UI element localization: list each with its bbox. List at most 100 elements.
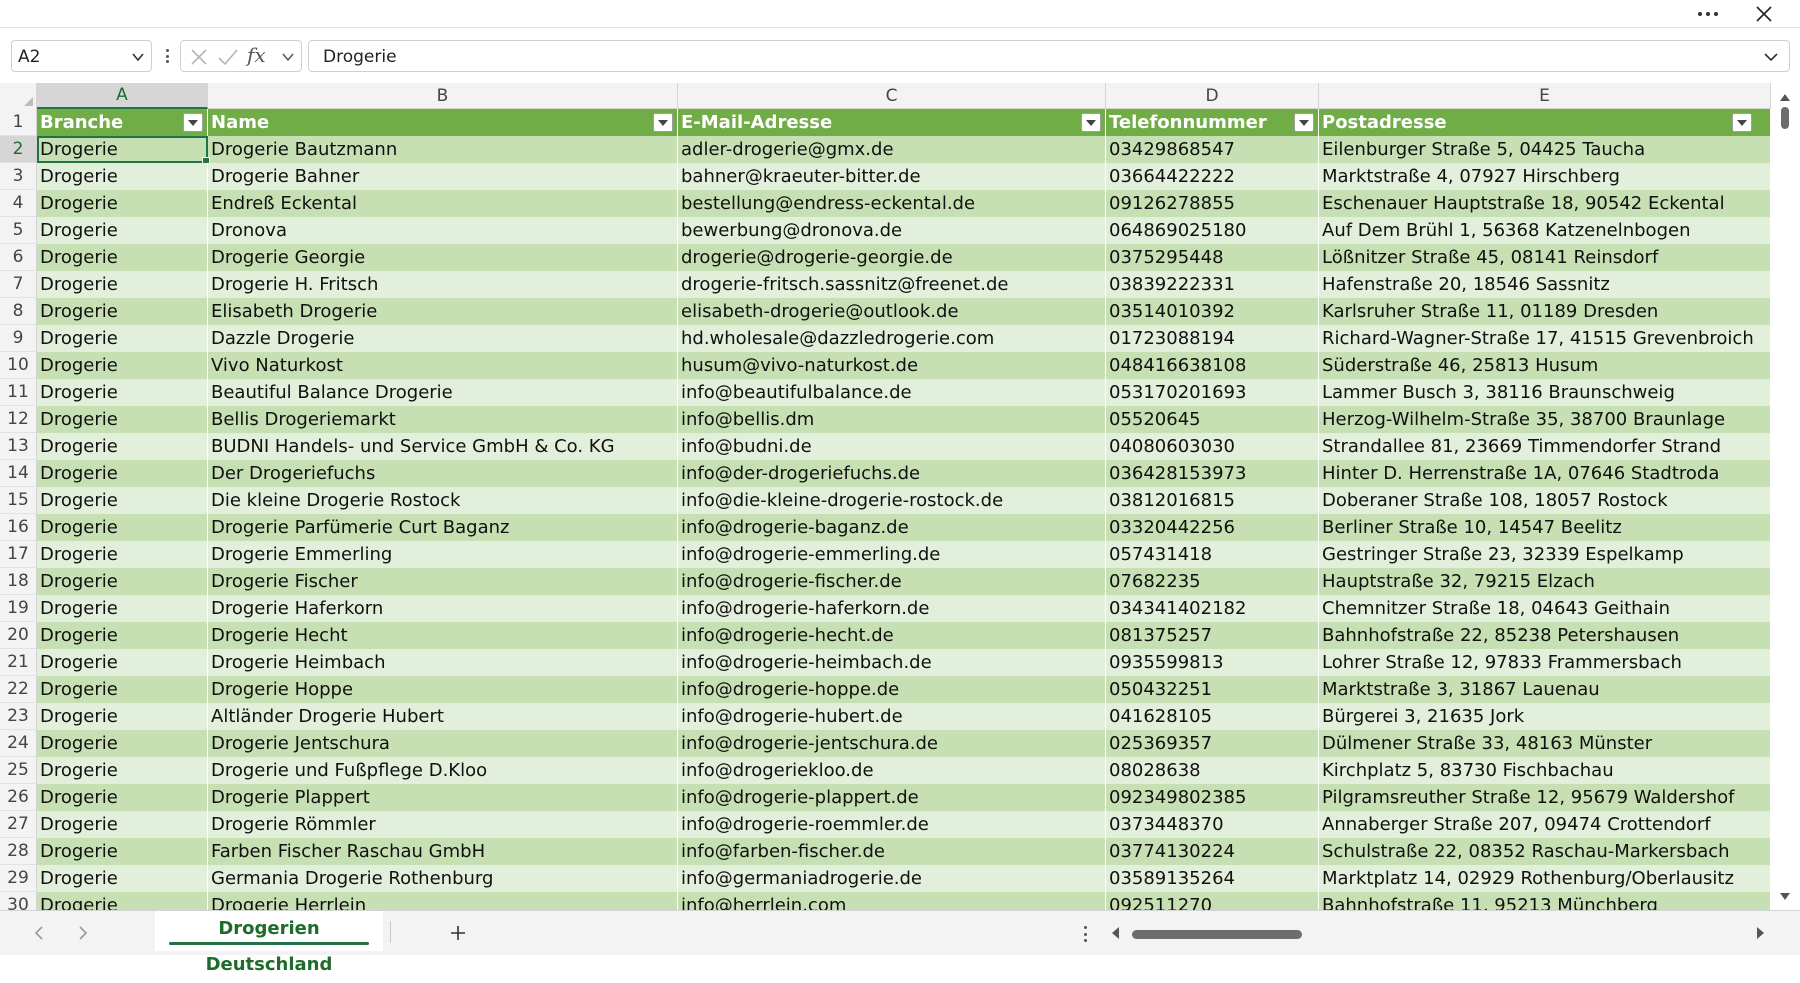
cell-name[interactable]: Drogerie Hecht <box>208 622 678 649</box>
cell-branche[interactable]: Drogerie <box>37 865 208 892</box>
cell-email[interactable]: bestellung@endress-eckental.de <box>678 190 1106 217</box>
cell-telefon[interactable]: 092349802385 <box>1106 784 1319 811</box>
header-cell-telefon[interactable]: Telefonnummer <box>1106 109 1319 136</box>
row-number[interactable]: 1 <box>0 109 37 136</box>
cell-email[interactable]: info@beautifulbalance.de <box>678 379 1106 406</box>
row-number[interactable]: 10 <box>0 352 37 379</box>
filter-dropdown-icon[interactable] <box>1081 113 1101 132</box>
cell-telefon[interactable]: 050432251 <box>1106 676 1319 703</box>
row-number[interactable]: 27 <box>0 811 37 838</box>
cell-postadresse[interactable]: Berliner Straße 10, 14547 Beelitz <box>1319 514 1771 541</box>
column-header-d[interactable]: D <box>1106 83 1319 109</box>
cell-postadresse[interactable]: Richard-Wagner-Straße 17, 41515 Grevenbr… <box>1319 325 1771 352</box>
cell-postadresse[interactable]: Dülmener Straße 33, 48163 Münster <box>1319 730 1771 757</box>
row-number[interactable]: 6 <box>0 244 37 271</box>
cell-branche[interactable]: Drogerie <box>37 622 208 649</box>
cell-branche[interactable]: Drogerie <box>37 298 208 325</box>
cell-email[interactable]: info@budni.de <box>678 433 1106 460</box>
cell-telefon[interactable]: 03774130224 <box>1106 838 1319 865</box>
cell-branche[interactable]: Drogerie <box>37 649 208 676</box>
cell-telefon[interactable]: 092511270 <box>1106 892 1319 910</box>
cell-email[interactable]: info@die-kleine-drogerie-rostock.de <box>678 487 1106 514</box>
cell-telefon[interactable]: 03839222331 <box>1106 271 1319 298</box>
more-options-icon[interactable] <box>1688 0 1728 28</box>
cell-branche[interactable]: Drogerie <box>37 568 208 595</box>
formula-input[interactable]: Drogerie <box>308 40 1790 72</box>
filter-dropdown-icon[interactable] <box>1732 113 1752 132</box>
cell-branche[interactable]: Drogerie <box>37 676 208 703</box>
vertical-dots-icon[interactable] <box>1078 923 1092 945</box>
cell-email[interactable]: info@der-drogeriefuchs.de <box>678 460 1106 487</box>
cell-email[interactable]: info@drogerie-jentschura.de <box>678 730 1106 757</box>
row-number[interactable]: 16 <box>0 514 37 541</box>
row-number[interactable]: 11 <box>0 379 37 406</box>
cell-telefon[interactable]: 03514010392 <box>1106 298 1319 325</box>
cell-email[interactable]: info@drogerie-hubert.de <box>678 703 1106 730</box>
cell-name[interactable]: Der Drogeriefuchs <box>208 460 678 487</box>
row-number[interactable]: 20 <box>0 622 37 649</box>
cell-branche[interactable]: Drogerie <box>37 406 208 433</box>
cell-postadresse[interactable]: Lohrer Straße 12, 97833 Frammersbach <box>1319 649 1771 676</box>
cell-branche[interactable]: Drogerie <box>37 892 208 910</box>
cell-name[interactable]: Farben Fischer Raschau GmbH <box>208 838 678 865</box>
filter-dropdown-icon[interactable] <box>653 113 673 132</box>
row-number[interactable]: 29 <box>0 865 37 892</box>
row-number[interactable]: 21 <box>0 649 37 676</box>
cell-email[interactable]: info@drogerie-baganz.de <box>678 514 1106 541</box>
row-number[interactable]: 15 <box>0 487 37 514</box>
cell-email[interactable]: hd.wholesale@dazzledrogerie.com <box>678 325 1106 352</box>
cell-telefon[interactable]: 04080603030 <box>1106 433 1319 460</box>
row-number[interactable]: 5 <box>0 217 37 244</box>
cell-postadresse[interactable]: Karlsruher Straße 11, 01189 Dresden <box>1319 298 1771 325</box>
scroll-left-icon[interactable] <box>1110 925 1120 944</box>
cell-telefon[interactable]: 03320442256 <box>1106 514 1319 541</box>
cell-telefon[interactable]: 0375295448 <box>1106 244 1319 271</box>
cell-name[interactable]: Drogerie Hoppe <box>208 676 678 703</box>
scroll-down-icon[interactable] <box>1779 887 1791 906</box>
previous-sheet-icon[interactable] <box>28 921 50 945</box>
cell-email[interactable]: husum@vivo-naturkost.de <box>678 352 1106 379</box>
cell-telefon[interactable]: 057431418 <box>1106 541 1319 568</box>
cell-name[interactable]: Elisabeth Drogerie <box>208 298 678 325</box>
cell-postadresse[interactable]: Auf Dem Brühl 1, 56368 Katzenelnbogen <box>1319 217 1771 244</box>
cell-name[interactable]: Drogerie Bahner <box>208 163 678 190</box>
row-number[interactable]: 23 <box>0 703 37 730</box>
cell-email[interactable]: info@drogerie-plappert.de <box>678 784 1106 811</box>
cell-telefon[interactable]: 07682235 <box>1106 568 1319 595</box>
row-number[interactable]: 2 <box>0 136 37 163</box>
cell-email[interactable]: drogerie@drogerie-georgie.de <box>678 244 1106 271</box>
cell-postadresse[interactable]: Hinter D. Herrenstraße 1A, 07646 Stadtro… <box>1319 460 1771 487</box>
row-number[interactable]: 12 <box>0 406 37 433</box>
cell-telefon[interactable]: 064869025180 <box>1106 217 1319 244</box>
cell-telefon[interactable]: 05520645 <box>1106 406 1319 433</box>
cell-postadresse[interactable]: Pilgramsreuther Straße 12, 95679 Walders… <box>1319 784 1771 811</box>
cell-branche[interactable]: Drogerie <box>37 217 208 244</box>
cell-telefon[interactable]: 01723088194 <box>1106 325 1319 352</box>
vertical-scrollbar[interactable] <box>1774 83 1796 910</box>
cell-postadresse[interactable]: Chemnitzer Straße 18, 04643 Geithain <box>1319 595 1771 622</box>
cell-postadresse[interactable]: Marktstraße 3, 31867 Lauenau <box>1319 676 1771 703</box>
cell-postadresse[interactable]: Bürgerei 3, 21635 Jork <box>1319 703 1771 730</box>
cell-branche[interactable]: Drogerie <box>37 163 208 190</box>
cell-postadresse[interactable]: Kirchplatz 5, 83730 Fischbachau <box>1319 757 1771 784</box>
cell-branche[interactable]: Drogerie <box>37 190 208 217</box>
cell-branche[interactable]: Drogerie <box>37 838 208 865</box>
cell-name[interactable]: Drogerie Emmerling <box>208 541 678 568</box>
row-number[interactable]: 30 <box>0 892 37 910</box>
cell-name[interactable]: Germania Drogerie Rothenburg <box>208 865 678 892</box>
row-number[interactable]: 13 <box>0 433 37 460</box>
horizontal-scroll-thumb[interactable] <box>1132 930 1302 939</box>
cell-name[interactable]: Drogerie Herrlein <box>208 892 678 910</box>
scroll-up-icon[interactable] <box>1779 87 1791 106</box>
column-header-e[interactable]: E <box>1319 83 1771 109</box>
cell-email[interactable]: bahner@kraeuter-bitter.de <box>678 163 1106 190</box>
cell-email[interactable]: adler-drogerie@gmx.de <box>678 136 1106 163</box>
cell-telefon[interactable]: 036428153973 <box>1106 460 1319 487</box>
row-number[interactable]: 4 <box>0 190 37 217</box>
cell-branche[interactable]: Drogerie <box>37 595 208 622</box>
cell-name[interactable]: Beautiful Balance Drogerie <box>208 379 678 406</box>
column-header-a[interactable]: A <box>37 83 208 109</box>
cell-name[interactable]: Drogerie Heimbach <box>208 649 678 676</box>
cell-branche[interactable]: Drogerie <box>37 271 208 298</box>
cell-telefon[interactable]: 034341402182 <box>1106 595 1319 622</box>
